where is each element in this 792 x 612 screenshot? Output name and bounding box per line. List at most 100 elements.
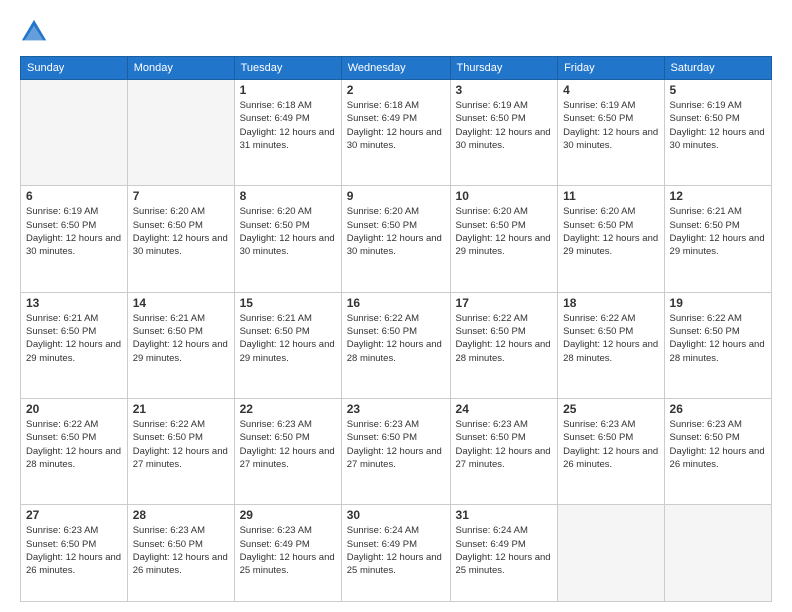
- calendar-cell: 20Sunrise: 6:22 AM Sunset: 6:50 PM Dayli…: [21, 398, 128, 504]
- day-info: Sunrise: 6:21 AM Sunset: 6:50 PM Dayligh…: [670, 205, 766, 258]
- day-info: Sunrise: 6:20 AM Sunset: 6:50 PM Dayligh…: [347, 205, 445, 258]
- calendar-cell: 26 Sunrise: 6:23 AM Sunset: 6:50 PM Dayli…: [664, 398, 771, 504]
- calendar-cell: 11 Sunrise: 6:20 AM Sunset: 6:50 PM Dayli…: [558, 186, 664, 292]
- calendar-week-row: 13 Sunrise: 6:21 AM Sunset: 6:50 PM Dayli…: [21, 292, 772, 398]
- day-info: Sunrise: 6:23 AM Sunset: 6:50 PM Dayligh…: [240, 418, 336, 471]
- day-number: 16: [347, 296, 445, 310]
- calendar-cell: 1 Sunrise: 6:18 AM Sunset: 6:49 PM Daylig…: [234, 80, 341, 186]
- day-info: Sunrise: 6:22 AM Sunset: 6:50 PM Dayligh…: [133, 418, 229, 471]
- page: SundayMondayTuesdayWednesdayThursdayFrid…: [0, 0, 792, 612]
- day-info: Sunrise: 6:20 AM Sunset: 6:50 PM Dayligh…: [240, 205, 336, 258]
- day-info: Sunrise: 6:23 AM Sunset: 6:50 PM Dayligh…: [670, 418, 766, 471]
- day-number: 26: [670, 402, 766, 416]
- day-number: 15: [240, 296, 336, 310]
- calendar-cell: 28Sunrise: 6:23 AM Sunset: 6:50 PM Dayli…: [127, 505, 234, 602]
- calendar-cell: [21, 80, 128, 186]
- calendar-cell: 29Sunrise: 6:23 AM Sunset: 6:49 PM Dayli…: [234, 505, 341, 602]
- day-number: 7: [133, 189, 229, 203]
- calendar-cell: 2 Sunrise: 6:18 AM Sunset: 6:49 PM Daylig…: [341, 80, 450, 186]
- calendar-header-sunday: Sunday: [21, 57, 128, 80]
- calendar-cell: 9 Sunrise: 6:20 AM Sunset: 6:50 PM Daylig…: [341, 186, 450, 292]
- day-number: 2: [347, 83, 445, 97]
- day-info: Sunrise: 6:23 AM Sunset: 6:50 PM Dayligh…: [456, 418, 553, 471]
- day-info: Sunrise: 6:22 AM Sunset: 6:50 PM Dayligh…: [670, 312, 766, 365]
- calendar-week-row: 1 Sunrise: 6:18 AM Sunset: 6:49 PM Daylig…: [21, 80, 772, 186]
- day-info: Sunrise: 6:19 AM Sunset: 6:50 PM Dayligh…: [26, 205, 122, 258]
- calendar-header-saturday: Saturday: [664, 57, 771, 80]
- day-number: 17: [456, 296, 553, 310]
- calendar-cell: 17Sunrise: 6:22 AM Sunset: 6:50 PM Dayli…: [450, 292, 558, 398]
- day-number: 27: [26, 508, 122, 522]
- calendar-cell: 15 Sunrise: 6:21 AM Sunset: 6:50 PM Dayli…: [234, 292, 341, 398]
- calendar-cell: [127, 80, 234, 186]
- day-info: Sunrise: 6:18 AM Sunset: 6:49 PM Dayligh…: [240, 99, 336, 152]
- day-number: 20: [26, 402, 122, 416]
- day-number: 9: [347, 189, 445, 203]
- day-number: 14: [133, 296, 229, 310]
- day-number: 10: [456, 189, 553, 203]
- day-info: Sunrise: 6:20 AM Sunset: 6:50 PM Dayligh…: [133, 205, 229, 258]
- day-number: 6: [26, 189, 122, 203]
- calendar-week-row: 27 Sunrise: 6:23 AM Sunset: 6:50 PM Dayli…: [21, 505, 772, 602]
- calendar-cell: 4Sunrise: 6:19 AM Sunset: 6:50 PM Daylig…: [558, 80, 664, 186]
- day-number: 5: [670, 83, 766, 97]
- calendar-header-monday: Monday: [127, 57, 234, 80]
- calendar-cell: 10 Sunrise: 6:20 AM Sunset: 6:50 PM Dayli…: [450, 186, 558, 292]
- day-number: 8: [240, 189, 336, 203]
- day-info: Sunrise: 6:23 AM Sunset: 6:50 PM Dayligh…: [133, 524, 229, 577]
- day-info: Sunrise: 6:18 AM Sunset: 6:49 PM Dayligh…: [347, 99, 445, 152]
- day-number: 3: [456, 83, 553, 97]
- calendar-cell: 3 Sunrise: 6:19 AM Sunset: 6:50 PM Daylig…: [450, 80, 558, 186]
- day-number: 30: [347, 508, 445, 522]
- calendar-cell: 7 Sunrise: 6:20 AM Sunset: 6:50 PM Daylig…: [127, 186, 234, 292]
- calendar-cell: 22 Sunrise: 6:23 AM Sunset: 6:50 PM Dayli…: [234, 398, 341, 504]
- calendar-cell: 13 Sunrise: 6:21 AM Sunset: 6:50 PM Dayli…: [21, 292, 128, 398]
- day-number: 1: [240, 83, 336, 97]
- day-info: Sunrise: 6:23 AM Sunset: 6:49 PM Dayligh…: [240, 524, 336, 577]
- header: [20, 18, 772, 46]
- day-number: 19: [670, 296, 766, 310]
- calendar-week-row: 6 Sunrise: 6:19 AM Sunset: 6:50 PM Daylig…: [21, 186, 772, 292]
- day-info: Sunrise: 6:21 AM Sunset: 6:50 PM Dayligh…: [26, 312, 122, 365]
- day-number: 11: [563, 189, 658, 203]
- calendar-header-tuesday: Tuesday: [234, 57, 341, 80]
- day-info: Sunrise: 6:22 AM Sunset: 6:50 PM Dayligh…: [347, 312, 445, 365]
- calendar-cell: [664, 505, 771, 602]
- calendar-cell: 30Sunrise: 6:24 AM Sunset: 6:49 PM Dayli…: [341, 505, 450, 602]
- calendar-cell: 23Sunrise: 6:23 AM Sunset: 6:50 PM Dayli…: [341, 398, 450, 504]
- calendar-header-row: SundayMondayTuesdayWednesdayThursdayFrid…: [21, 57, 772, 80]
- calendar-cell: 21 Sunrise: 6:22 AM Sunset: 6:50 PM Dayli…: [127, 398, 234, 504]
- day-number: 21: [133, 402, 229, 416]
- calendar-cell: [558, 505, 664, 602]
- calendar-cell: 8 Sunrise: 6:20 AM Sunset: 6:50 PM Daylig…: [234, 186, 341, 292]
- calendar-cell: 12 Sunrise: 6:21 AM Sunset: 6:50 PM Dayli…: [664, 186, 771, 292]
- calendar-header-wednesday: Wednesday: [341, 57, 450, 80]
- calendar-cell: 19 Sunrise: 6:22 AM Sunset: 6:50 PM Dayli…: [664, 292, 771, 398]
- day-info: Sunrise: 6:23 AM Sunset: 6:50 PM Dayligh…: [347, 418, 445, 471]
- calendar-header-thursday: Thursday: [450, 57, 558, 80]
- day-number: 25: [563, 402, 658, 416]
- calendar-cell: 14Sunrise: 6:21 AM Sunset: 6:50 PM Dayli…: [127, 292, 234, 398]
- calendar-cell: 16 Sunrise: 6:22 AM Sunset: 6:50 PM Dayli…: [341, 292, 450, 398]
- calendar-cell: 27Sunrise: 6:23 AM Sunset: 6:50 PM Dayli…: [21, 505, 128, 602]
- day-info: Sunrise: 6:22 AM Sunset: 6:50 PM Dayligh…: [563, 312, 658, 365]
- logo: [20, 18, 52, 46]
- day-info: Sunrise: 6:19 AM Sunset: 6:50 PM Dayligh…: [670, 99, 766, 152]
- calendar-cell: 24 Sunrise: 6:23 AM Sunset: 6:50 PM Dayli…: [450, 398, 558, 504]
- day-info: Sunrise: 6:20 AM Sunset: 6:50 PM Dayligh…: [456, 205, 553, 258]
- day-info: Sunrise: 6:21 AM Sunset: 6:50 PM Dayligh…: [240, 312, 336, 365]
- calendar-cell: 5 Sunrise: 6:19 AM Sunset: 6:50 PM Daylig…: [664, 80, 771, 186]
- calendar-week-row: 20 Sunrise: 6:22 AM Sunset: 6:50 PM Dayli…: [21, 398, 772, 504]
- day-number: 12: [670, 189, 766, 203]
- calendar-cell: 25Sunrise: 6:23 AM Sunset: 6:50 PM Dayli…: [558, 398, 664, 504]
- day-info: Sunrise: 6:20 AM Sunset: 6:50 PM Dayligh…: [563, 205, 658, 258]
- day-info: Sunrise: 6:19 AM Sunset: 6:50 PM Dayligh…: [563, 99, 658, 152]
- day-number: 22: [240, 402, 336, 416]
- day-number: 18: [563, 296, 658, 310]
- calendar-cell: 31Sunrise: 6:24 AM Sunset: 6:49 PM Dayli…: [450, 505, 558, 602]
- day-number: 24: [456, 402, 553, 416]
- day-number: 31: [456, 508, 553, 522]
- day-number: 13: [26, 296, 122, 310]
- calendar-table: SundayMondayTuesdayWednesdayThursdayFrid…: [20, 56, 772, 602]
- day-info: Sunrise: 6:19 AM Sunset: 6:50 PM Dayligh…: [456, 99, 553, 152]
